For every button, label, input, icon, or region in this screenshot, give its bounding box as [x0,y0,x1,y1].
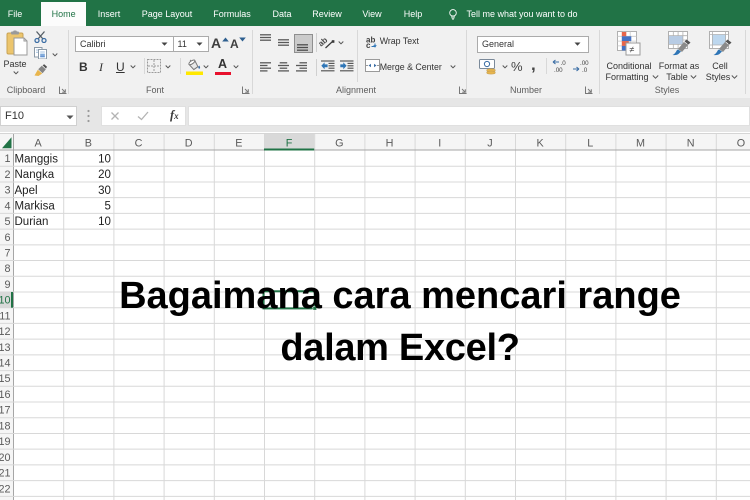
svg-text:19: 19 [0,436,11,448]
svg-text:.0: .0 [561,60,567,67]
svg-text:L: L [587,137,593,149]
svg-text:4: 4 [4,200,10,212]
svg-text:6: 6 [4,231,10,243]
svg-text:M: M [636,137,645,149]
svg-text:O: O [737,137,745,149]
svg-text:3: 3 [4,184,10,196]
svg-text:F: F [286,137,293,149]
svg-text:7: 7 [4,247,10,259]
svg-text:20: 20 [0,451,11,463]
svg-text:K: K [536,137,544,149]
svg-text:I: I [438,137,441,149]
svg-text:A: A [34,137,42,149]
svg-text:1: 1 [4,153,10,165]
svg-text:30: 30 [98,184,111,196]
svg-text:2: 2 [4,168,10,180]
svg-text:B: B [85,137,92,149]
svg-text:N: N [687,137,695,149]
svg-text:H: H [386,137,394,149]
svg-text:Markisa: Markisa [15,200,56,212]
svg-text:5: 5 [4,216,10,228]
svg-text:10: 10 [98,153,111,165]
svg-text:D: D [185,137,193,149]
svg-text:E: E [235,137,242,149]
svg-text:Nangka: Nangka [15,169,55,181]
svg-text:22: 22 [0,483,11,495]
svg-text:c: c [366,41,371,49]
svg-text:.0: .0 [582,67,588,73]
svg-text:21: 21 [0,467,11,479]
svg-text:Durian: Durian [15,216,49,228]
svg-text:16: 16 [0,389,11,401]
svg-text:G: G [335,137,343,149]
svg-text:J: J [487,137,492,149]
svg-text:15: 15 [0,373,11,385]
svg-text:.00: .00 [580,60,589,67]
svg-text:17: 17 [0,404,11,416]
svg-text:18: 18 [0,420,11,432]
svg-text:Manggis: Manggis [15,153,59,165]
svg-text:20: 20 [98,169,111,181]
svg-text:5: 5 [104,200,110,212]
svg-text:.00: .00 [554,67,563,73]
svg-text:≠: ≠ [630,45,635,55]
svg-text:10: 10 [98,216,111,228]
svg-text:C: C [135,137,143,149]
svg-text:Apel: Apel [15,184,38,196]
